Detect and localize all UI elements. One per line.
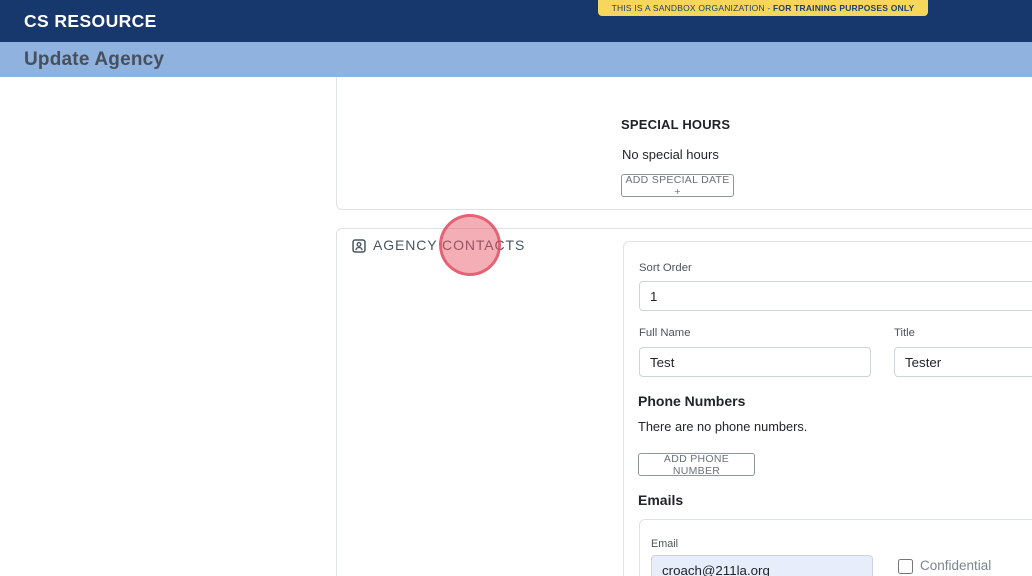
add-phone-number-button[interactable]: ADD PHONE NUMBER <box>638 453 755 476</box>
confidential-label: Confidential <box>920 558 991 573</box>
email-input[interactable] <box>651 555 873 576</box>
sandbox-warning-banner: THIS IS A SANDBOX ORGANIZATION - FOR TRA… <box>598 0 928 16</box>
sandbox-warning-text: THIS IS A SANDBOX ORGANIZATION - <box>612 3 773 13</box>
full-name-label: Full Name <box>639 327 690 339</box>
page-header: Update Agency <box>0 42 1032 77</box>
confidential-checkbox[interactable] <box>898 559 913 574</box>
sort-order-input[interactable] <box>639 281 1032 311</box>
app-brand[interactable]: CS RESOURCE <box>24 0 157 42</box>
title-input[interactable] <box>894 347 1032 377</box>
emails-heading: Emails <box>638 492 683 508</box>
person-badge-icon <box>352 239 366 253</box>
agency-contacts-card: AGENCY CONTACTS Sort Order Full Name Tit… <box>336 228 1032 576</box>
email-label: Email <box>651 538 678 550</box>
title-label: Title <box>894 327 915 339</box>
email-card: Email Confidential <box>639 519 1032 576</box>
full-name-input[interactable] <box>639 347 871 377</box>
phone-numbers-heading: Phone Numbers <box>638 393 745 409</box>
click-indicator-circle <box>439 214 501 276</box>
special-hours-heading: SPECIAL HOURS <box>621 117 730 132</box>
special-hours-empty-text: No special hours <box>622 147 719 162</box>
phone-numbers-empty-text: There are no phone numbers. <box>638 419 807 434</box>
sandbox-warning-bold-text: FOR TRAINING PURPOSES ONLY <box>773 3 914 13</box>
page: CS RESOURCE THIS IS A SANDBOX ORGANIZATI… <box>0 0 1032 576</box>
add-special-date-button[interactable]: ADD SPECIAL DATE + <box>621 174 734 197</box>
page-title: Update Agency <box>24 42 164 77</box>
contact-card: Sort Order Full Name Title Phone Numbers… <box>623 241 1032 576</box>
sort-order-label: Sort Order <box>639 262 692 274</box>
